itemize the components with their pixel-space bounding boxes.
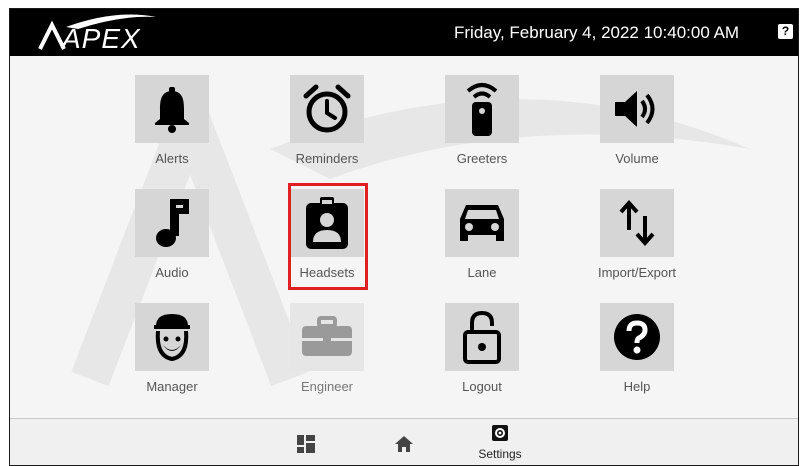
- manager-avatar-icon: [154, 314, 190, 362]
- tile-import-export[interactable]: Import/Export: [562, 189, 712, 299]
- top-bar: APEX Friday, February 4, 2022 10:40:00 A…: [10, 9, 798, 56]
- app-frame: APEX Friday, February 4, 2022 10:40:00 A…: [9, 8, 799, 466]
- tile-lane[interactable]: Lane: [407, 189, 557, 299]
- apex-logo: APEX: [26, 13, 158, 54]
- tile-reminders[interactable]: Reminders: [252, 75, 402, 185]
- tile-label: Reminders: [295, 151, 359, 166]
- bottom-nav: Settings: [10, 418, 798, 465]
- dashboard-grid-icon: [297, 435, 315, 453]
- nav-settings-button[interactable]: Settings: [470, 425, 530, 465]
- remote-signal-icon: [466, 83, 498, 136]
- selection-highlight: [288, 183, 368, 290]
- tile-greeters[interactable]: Greeters: [407, 75, 557, 185]
- tile-label: Manager: [146, 379, 198, 394]
- tile-label: Lane: [467, 265, 497, 280]
- up-down-arrows-icon: [619, 200, 655, 246]
- logo-text: APEX: [62, 23, 141, 54]
- tile-audio[interactable]: Audio: [97, 189, 247, 299]
- nav-home-button[interactable]: [374, 427, 434, 465]
- tile-label: Engineer: [300, 379, 354, 394]
- settings-gear-icon: [492, 425, 508, 441]
- tile-manager[interactable]: Manager: [97, 303, 247, 413]
- question-circle-icon: [614, 314, 660, 360]
- tile-volume[interactable]: Volume: [562, 75, 712, 185]
- tile-engineer: Engineer: [252, 303, 402, 413]
- tile-label: Help: [623, 379, 651, 394]
- tile-logout[interactable]: Logout: [407, 303, 557, 413]
- tile-label: Import/Export: [597, 265, 677, 280]
- tile-alerts[interactable]: Alerts: [97, 75, 247, 185]
- car-icon: [460, 205, 504, 241]
- bell-icon: [155, 87, 189, 133]
- datetime-display: Friday, February 4, 2022 10:40:00 AM: [454, 23, 740, 42]
- nav-settings-label: Settings: [478, 447, 522, 461]
- music-note-icon: [156, 199, 189, 247]
- toolbox-icon: [302, 316, 352, 356]
- help-badge-icon[interactable]: ?: [778, 24, 793, 39]
- speaker-icon: [615, 91, 655, 127]
- nav-dashboard-button[interactable]: [276, 427, 336, 465]
- home-icon: [395, 436, 413, 452]
- tile-label: Audio: [155, 265, 189, 280]
- alarm-clock-icon: [303, 84, 351, 133]
- padlock-open-icon: [463, 310, 501, 364]
- tile-label: Volume: [615, 151, 659, 166]
- tile-label: Logout: [462, 379, 502, 394]
- tile-label: Greeters: [456, 151, 508, 166]
- tile-help[interactable]: Help: [562, 303, 712, 413]
- tile-label: Alerts: [155, 151, 189, 166]
